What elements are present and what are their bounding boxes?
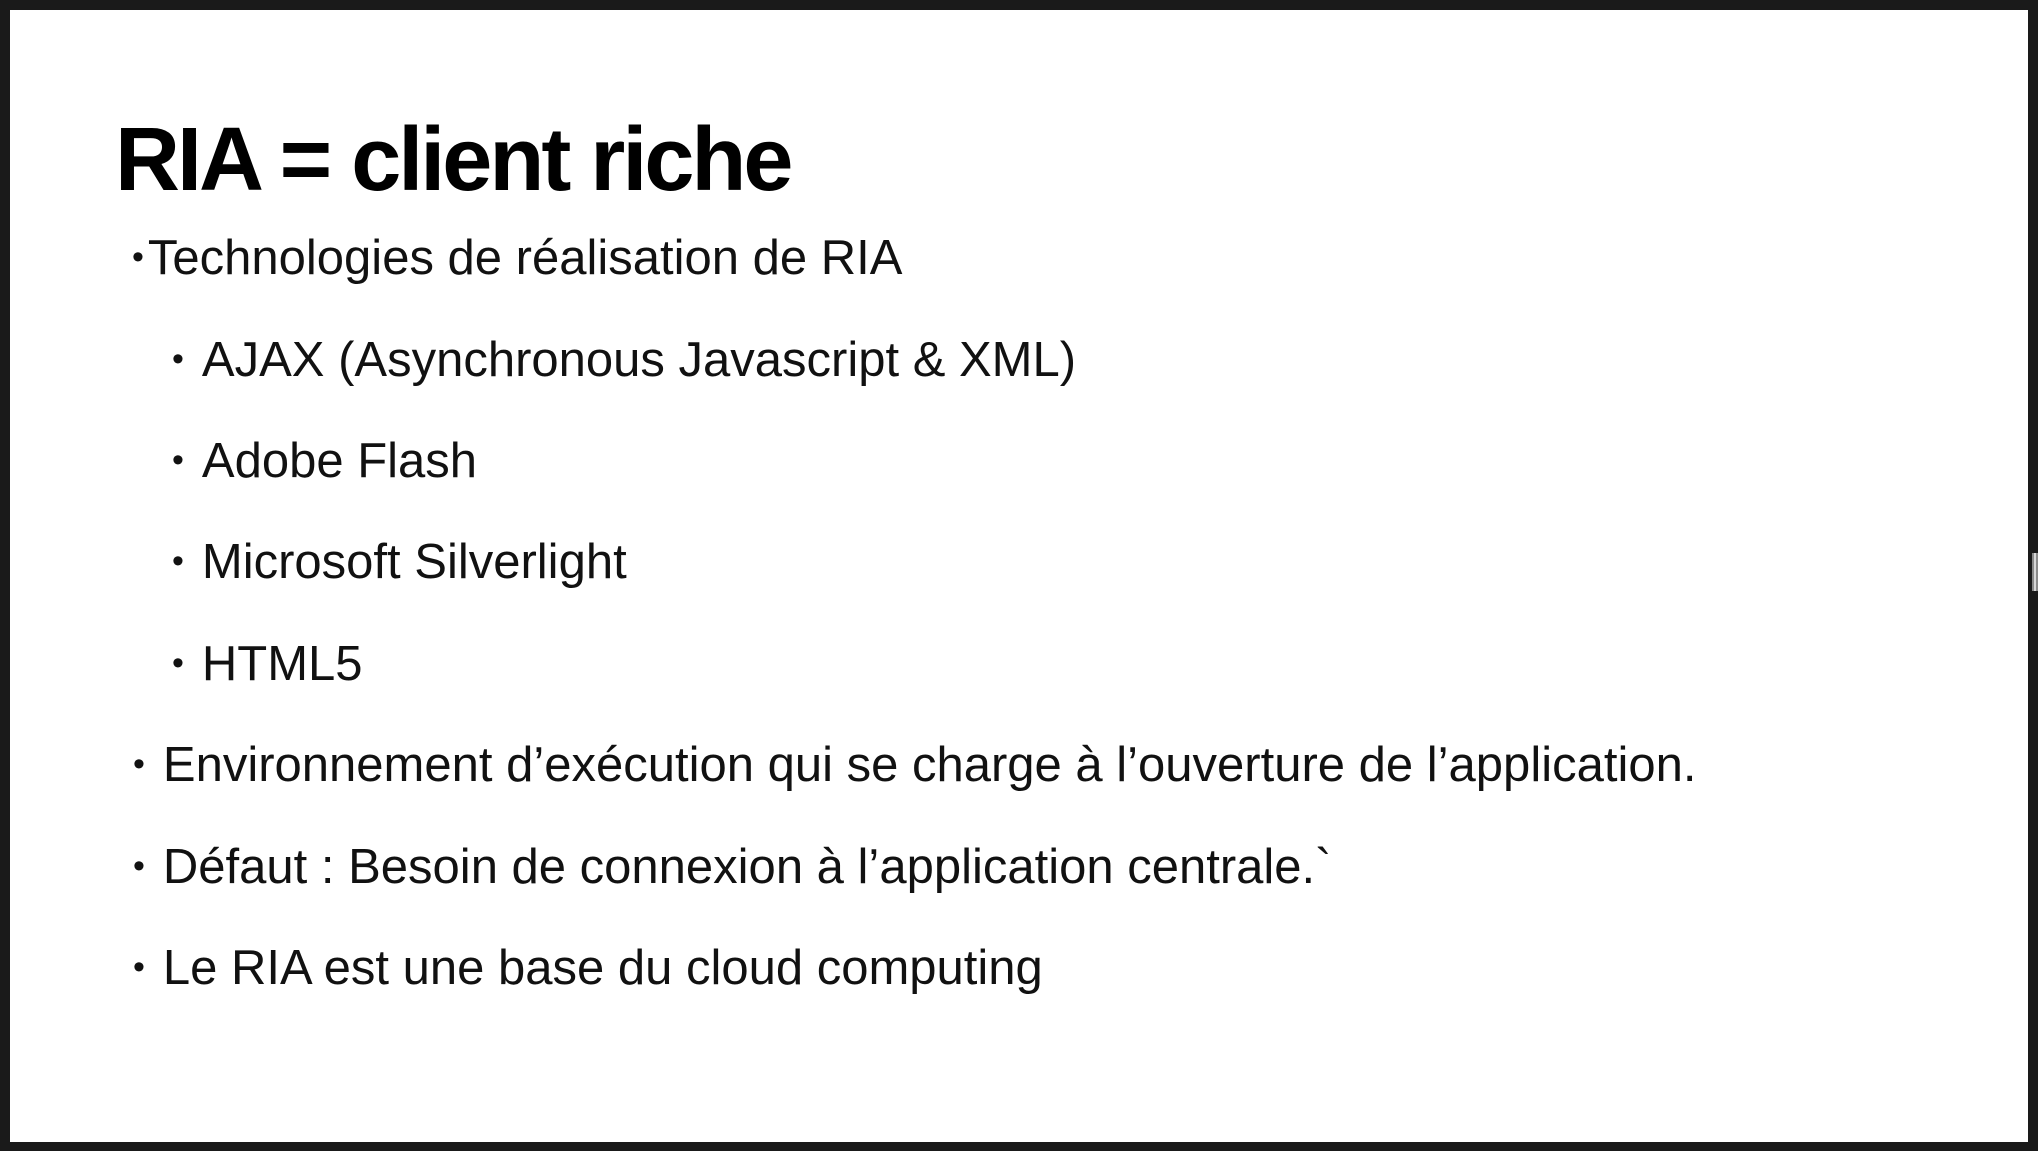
sub-bullet-item: • Adobe Flash <box>172 437 477 486</box>
bullet-text: Environnement d’exécution qui se charge … <box>162 738 1697 792</box>
sub-bullet-item: • HTML5 <box>172 640 363 689</box>
bullet-icon: • <box>172 542 184 580</box>
bullet-icon: • <box>133 745 145 783</box>
bullet-icon: • <box>172 340 184 378</box>
bullet-text: Microsoft Silverlight <box>201 535 627 589</box>
bullet-item: • Environnement d’exécution qui se charge… <box>133 741 1696 790</box>
bullet-text: HTML5 <box>201 637 363 691</box>
slide-title: RIA = client riche <box>115 110 793 210</box>
bullet-icon: • <box>172 644 184 682</box>
bullet-text: Technologies de réalisation de RIA <box>147 231 903 285</box>
bullet-item: •Technologies de réalisation de RIA <box>132 234 902 283</box>
bullet-icon: • <box>133 847 145 885</box>
bullet-icon: • <box>132 238 144 276</box>
resize-handle[interactable] <box>2032 553 2038 591</box>
bullet-text: AJAX (Asynchronous Javascript & XML) <box>201 333 1077 387</box>
bullet-item: • Le RIA est une base du cloud computing <box>133 944 1043 993</box>
window-frame: RIA = client riche •Technologies de réal… <box>0 0 2038 1151</box>
slide-canvas: RIA = client riche •Technologies de réal… <box>10 10 2028 1142</box>
bullet-text: Le RIA est une base du cloud computing <box>162 941 1043 995</box>
bullet-text: Défaut : Besoin de connexion à l’applica… <box>162 840 1332 894</box>
bullet-text: Adobe Flash <box>201 434 478 488</box>
bullet-item: • Défaut : Besoin de connexion à l’applic… <box>133 843 1331 892</box>
sub-bullet-item: • Microsoft Silverlight <box>172 538 627 587</box>
bullet-icon: • <box>133 948 145 986</box>
bullet-icon: • <box>172 441 184 479</box>
sub-bullet-item: • AJAX (Asynchronous Javascript & XML) <box>172 336 1076 385</box>
